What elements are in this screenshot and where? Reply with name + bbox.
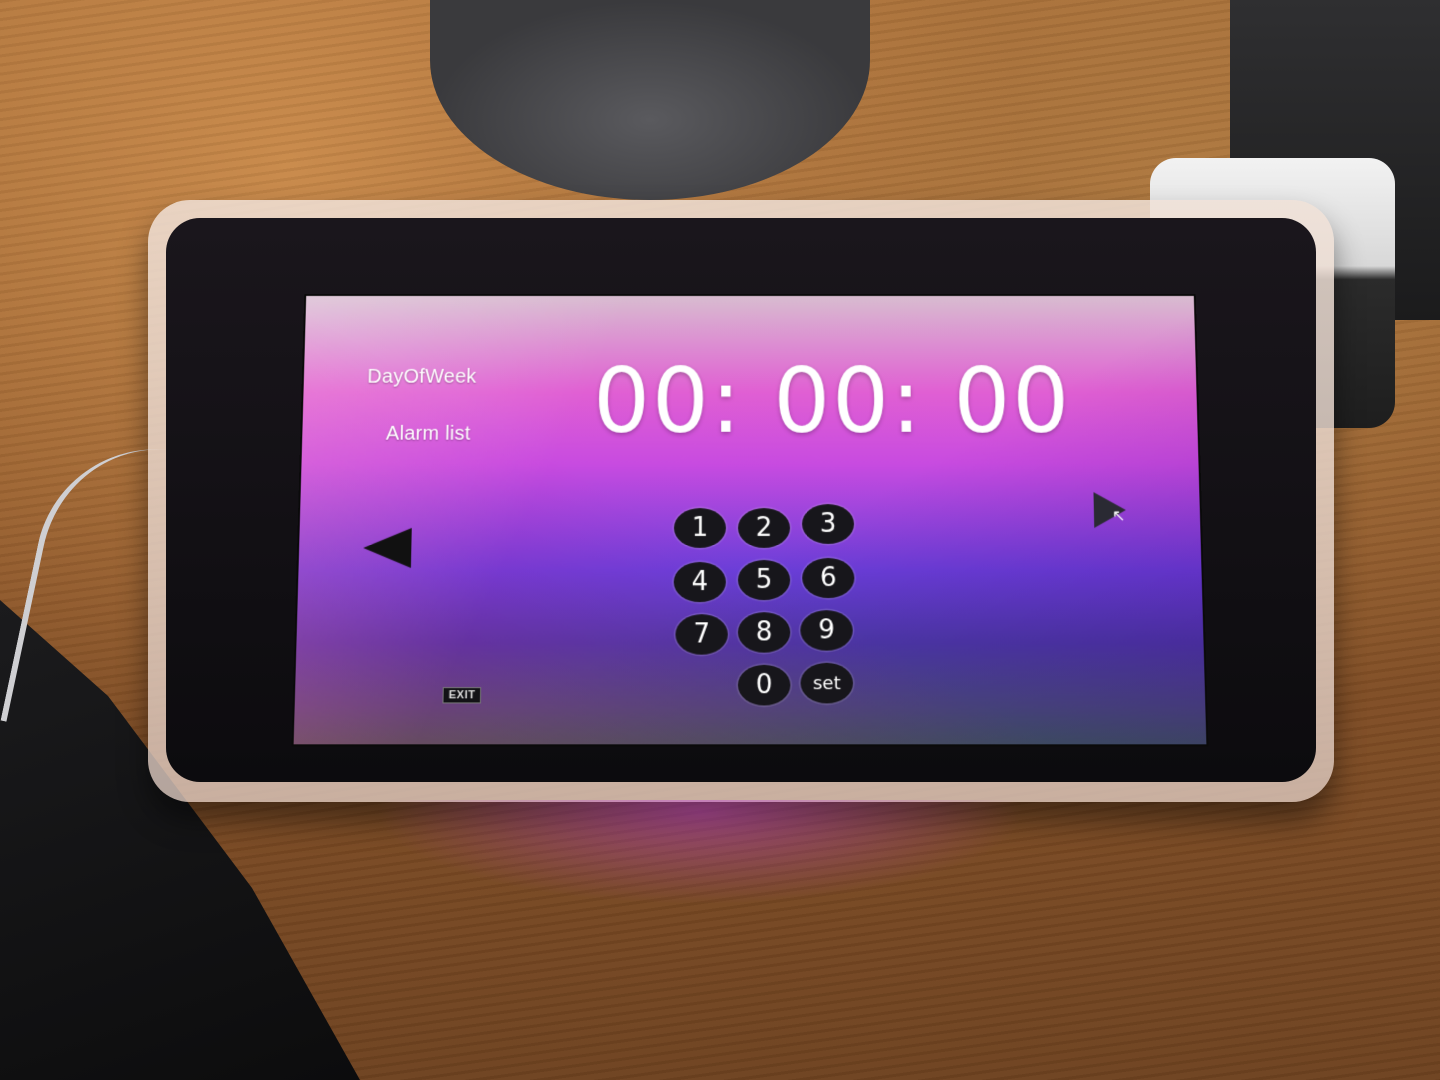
screen-reflection <box>320 800 1080 920</box>
key-1[interactable]: 1 <box>674 508 726 548</box>
clock-display: 00: 00: 00 <box>593 350 1073 453</box>
key-8[interactable]: 8 <box>738 612 790 652</box>
exit-button[interactable]: EXIT <box>442 687 481 703</box>
key-0[interactable]: 0 <box>738 665 791 706</box>
key-4[interactable]: 4 <box>674 562 726 602</box>
key-6[interactable]: 6 <box>802 558 854 598</box>
alarm-list-label[interactable]: Alarm list <box>386 423 471 446</box>
key-2[interactable]: 2 <box>738 508 790 548</box>
key-7[interactable]: 7 <box>675 614 728 654</box>
numeric-keypad: 1 2 3 4 5 6 7 8 9 0 set <box>673 508 896 710</box>
key-3[interactable]: 3 <box>802 504 854 544</box>
triangle-left-icon[interactable] <box>363 528 412 568</box>
set-button[interactable]: set <box>800 663 853 704</box>
day-of-week-label: DayOfWeek <box>367 366 477 389</box>
mouse-pointer-icon: ↖ <box>1112 506 1126 526</box>
key-9[interactable]: 9 <box>800 610 853 650</box>
key-5[interactable]: 5 <box>738 560 790 600</box>
touchscreen-display: DayOfWeek Alarm list 00: 00: 00 ↖ 1 2 3 … <box>294 296 1207 744</box>
